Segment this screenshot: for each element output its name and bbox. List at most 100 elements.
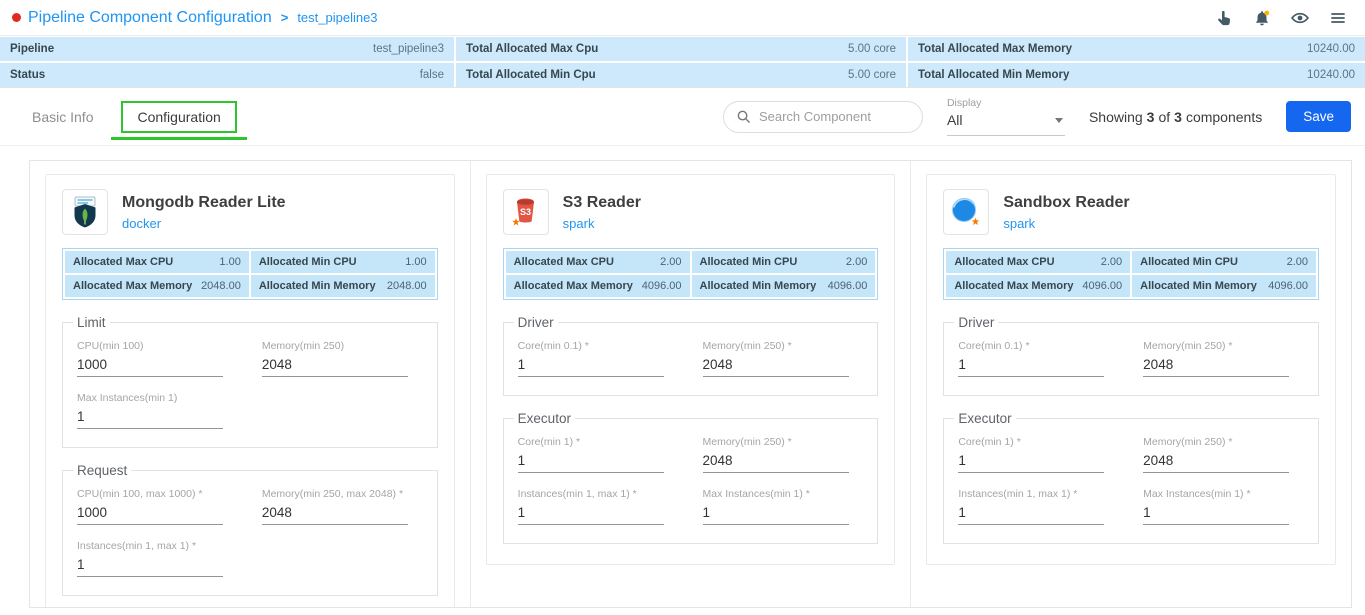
form-field: Core(min 0.1) * [958,340,1119,377]
search-box[interactable] [723,101,923,133]
toolbar-right: Display All Showing 3 of 3 components Sa… [723,97,1351,136]
allocation-cell: Allocated Max CPU 2.00 [946,251,1130,273]
form-field: Instances(min 1, max 1) * [77,540,238,577]
field-label: Instances(min 1, max 1) * [958,488,1119,500]
component-title: Sandbox Reader [1003,194,1129,212]
form-field: Instances(min 1, max 1) * [958,488,1119,525]
display-filter-label: Display [947,97,1065,109]
search-icon [736,109,751,124]
field-input[interactable] [77,552,223,577]
showing-count: 3 [1147,109,1155,125]
component-card: S3 [45,174,455,608]
allocation-cell: Allocated Min CPU 2.00 [1132,251,1316,273]
breadcrumb-pipeline-name[interactable]: test_pipeline3 [297,10,377,25]
allocation-label: Allocated Max CPU [514,256,614,268]
field-input[interactable] [518,448,664,473]
fields-grid: Core(min 0.1) * Memory(min 250) * [518,340,864,377]
summary-value: 5.00 core [848,69,896,81]
field-input[interactable] [77,352,223,377]
component-title: S3 Reader [563,194,641,212]
tab-configuration[interactable]: Configuration [121,101,236,133]
field-input[interactable] [703,448,849,473]
toolbar: Basic Info Configuration Display All Sho… [0,88,1365,146]
summary-cell: Total Allocated Max Cpu 5.00 core [456,37,906,61]
tab-basic-info[interactable]: Basic Info [20,101,105,133]
field-input[interactable] [262,352,408,377]
config-sections: Driver Core(min 0.1) * [503,315,879,544]
allocation-table: Allocated Max CPU 2.00 Allocated Min CPU… [943,248,1319,300]
search-input[interactable] [759,109,910,124]
save-button[interactable]: Save [1286,101,1351,132]
allocation-label: Allocated Max CPU [954,256,1054,268]
hand-icon[interactable] [1215,9,1233,27]
field-input[interactable] [703,352,849,377]
summary-label: Total Allocated Max Cpu [466,43,598,55]
engine-link[interactable]: docker [122,216,286,231]
allocation-label: Allocated Min Memory [1140,280,1257,292]
field-input[interactable] [77,500,223,525]
allocation-cell: Allocated Min CPU 2.00 [692,251,876,273]
field-input[interactable] [1143,448,1289,473]
field-input[interactable] [262,500,408,525]
form-field: Memory(min 250) * [703,436,864,473]
allocation-value: 2048.00 [201,280,241,292]
field-label: Core(min 1) * [518,436,679,448]
field-input[interactable] [958,448,1104,473]
fields-grid: CPU(min 100, max 1000) * Memory(min 250,… [77,488,423,577]
showing-count-text: Showing 3 of 3 components [1089,109,1262,125]
field-input[interactable] [1143,500,1289,525]
config-sections: Limit CPU(min 100) [62,315,438,596]
main-content: S3 [0,146,1365,608]
summary-value: test_pipeline3 [373,43,444,55]
form-field: Memory(min 250) [262,340,423,377]
allocation-cell: Allocated Min Memory 4096.00 [692,275,876,297]
allocation-cell: Allocated Max CPU 2.00 [506,251,690,273]
allocation-table: Allocated Max CPU 2.00 Allocated Min CPU… [503,248,879,300]
field-label: Instances(min 1, max 1) * [518,488,679,500]
field-input[interactable] [958,352,1104,377]
allocation-value: 2.00 [1101,256,1122,268]
page-title: Pipeline Component Configuration [28,9,272,27]
summary-label: Pipeline [10,43,54,55]
card-header: S3 [62,189,438,235]
allocation-value: 2.00 [660,256,681,268]
menu-icon[interactable] [1329,9,1347,27]
summary-value: false [420,69,444,81]
field-label: Max Instances(min 1) * [703,488,864,500]
allocation-value: 2048.00 [387,280,427,292]
summary-value: 10240.00 [1307,43,1355,55]
allocation-label: Allocated Min CPU [700,256,798,268]
field-label: Memory(min 250) * [1143,340,1304,352]
bell-icon[interactable] [1253,9,1271,27]
field-input[interactable] [1143,352,1289,377]
summary-label: Total Allocated Min Cpu [466,69,596,81]
summary-value: 5.00 core [848,43,896,55]
component-column: S3 [911,161,1351,607]
summary-cell: Pipeline test_pipeline3 [0,37,454,61]
components-panel: S3 [29,160,1352,608]
fields-grid: Core(min 1) * Memory(min 250) * [518,436,864,525]
field-label: Memory(min 250) * [703,340,864,352]
field-label: Core(min 1) * [958,436,1119,448]
sandbox-icon: S3 [943,189,989,235]
eye-icon[interactable] [1291,9,1309,27]
form-field: CPU(min 100) [77,340,238,377]
engine-link[interactable]: spark [1003,216,1129,231]
display-filter[interactable]: Display All [947,97,1065,136]
field-input[interactable] [703,500,849,525]
allocation-value: 2.00 [846,256,867,268]
field-label: Memory(min 250) * [703,436,864,448]
allocation-value: 1.00 [405,256,426,268]
app-header: Pipeline Component Configuration > test_… [0,0,1365,36]
card-titles: Sandbox Reader spark [1003,194,1129,231]
engine-link[interactable]: spark [563,216,641,231]
field-input[interactable] [958,500,1104,525]
field-input[interactable] [77,404,223,429]
allocation-label: Allocated Min CPU [1140,256,1238,268]
field-input[interactable] [518,500,664,525]
field-input[interactable] [518,352,664,377]
allocation-label: Allocated Max Memory [954,280,1073,292]
summary-cell: Total Allocated Min Cpu 5.00 core [456,63,906,87]
config-section: Request CPU(min 100, max 1000) * [62,463,438,596]
field-label: Core(min 0.1) * [958,340,1119,352]
